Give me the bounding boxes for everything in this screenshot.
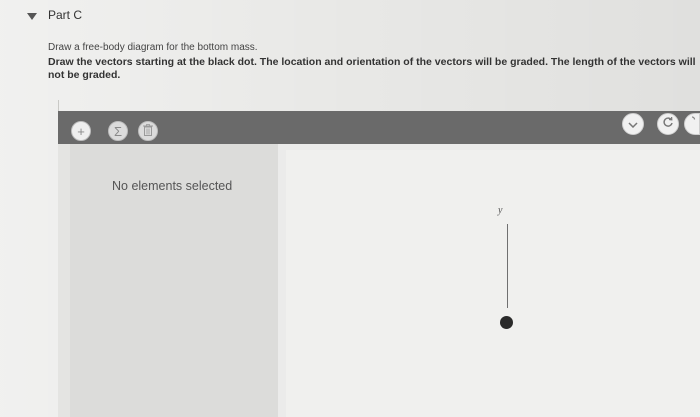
- instruction-bold-text: Draw the vectors starting at the black d…: [48, 56, 696, 81]
- collapse-triangle-icon[interactable]: [26, 12, 38, 22]
- add-vector-button[interactable]: +: [71, 121, 91, 141]
- delete-button[interactable]: [138, 121, 158, 141]
- dropdown-button[interactable]: [622, 113, 644, 135]
- mass-dot[interactable]: [500, 316, 513, 329]
- help-icon: [688, 115, 696, 133]
- part-title[interactable]: Part C: [48, 8, 82, 22]
- drawing-canvas[interactable]: [286, 150, 700, 417]
- y-axis-label: y: [498, 205, 503, 216]
- plus-icon: +: [77, 123, 85, 139]
- instruction-text: Draw a free-body diagram for the bottom …: [48, 42, 258, 53]
- sigma-icon: Σ: [113, 123, 123, 139]
- selection-status: No elements selected: [112, 179, 233, 193]
- help-button[interactable]: [684, 113, 700, 135]
- sum-vector-button[interactable]: Σ: [108, 121, 128, 141]
- reset-icon: [662, 115, 674, 133]
- reset-button[interactable]: [657, 113, 679, 135]
- panel-margin: [58, 144, 70, 417]
- trash-icon: [143, 124, 153, 138]
- chevron-down-icon: [628, 115, 638, 133]
- y-axis-line: [507, 224, 508, 308]
